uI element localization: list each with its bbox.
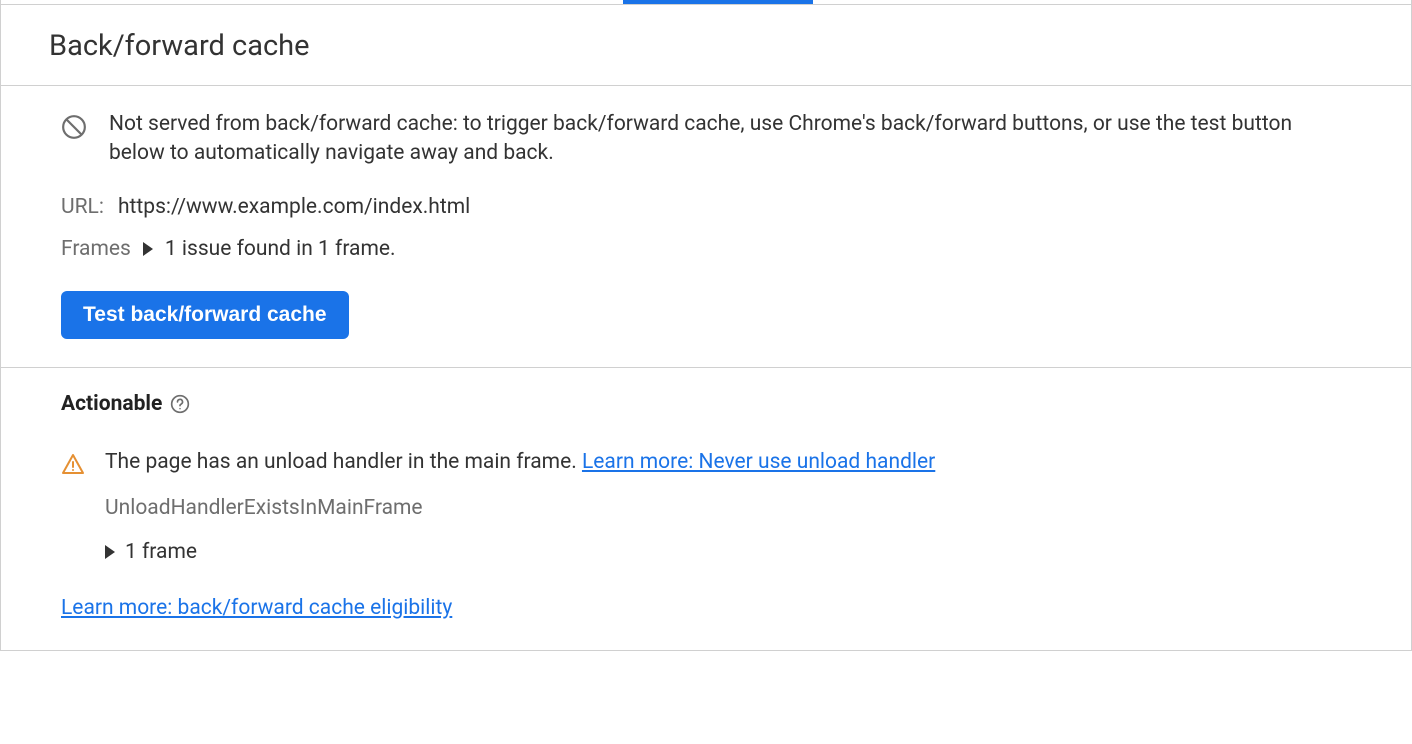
frame-count-row[interactable]: 1 frame bbox=[105, 540, 1351, 564]
status-message: Not served from back/forward cache: to t… bbox=[109, 110, 1351, 169]
panel-title: Back/forward cache bbox=[49, 29, 1363, 63]
actionable-heading: Actionable bbox=[61, 392, 162, 416]
frames-summary: 1 issue found in 1 frame. bbox=[165, 237, 396, 261]
issue-description: The page has an unload handler in the ma… bbox=[105, 450, 582, 474]
issue-text-container: The page has an unload handler in the ma… bbox=[105, 450, 935, 474]
bfcache-panel: Back/forward cache Not served from back/… bbox=[0, 0, 1412, 651]
warning-icon bbox=[61, 452, 85, 476]
url-row: URL: https://www.example.com/index.html bbox=[61, 195, 1351, 219]
chevron-right-icon bbox=[143, 242, 153, 256]
url-value: https://www.example.com/index.html bbox=[118, 195, 470, 219]
blocked-icon bbox=[61, 114, 87, 140]
status-row: Not served from back/forward cache: to t… bbox=[61, 110, 1351, 169]
eligibility-link[interactable]: Learn more: back/forward cache eligibili… bbox=[61, 596, 452, 620]
panel-header: Back/forward cache bbox=[1, 5, 1411, 86]
issue-code: UnloadHandlerExistsInMainFrame bbox=[105, 496, 1351, 520]
frames-row[interactable]: Frames 1 issue found in 1 frame. bbox=[61, 237, 1351, 261]
info-section: Not served from back/forward cache: to t… bbox=[1, 86, 1411, 368]
help-icon[interactable] bbox=[170, 394, 190, 414]
actionable-section: Actionable The page has an unload handle… bbox=[1, 368, 1411, 650]
url-label: URL: bbox=[61, 195, 104, 219]
frame-count: 1 frame bbox=[125, 540, 197, 564]
unload-handler-link[interactable]: Learn more: Never use unload handler bbox=[582, 450, 935, 474]
actionable-heading-row: Actionable bbox=[61, 392, 190, 416]
issue-row: The page has an unload handler in the ma… bbox=[61, 450, 1351, 476]
frames-label: Frames bbox=[61, 237, 131, 261]
chevron-right-icon bbox=[105, 545, 115, 559]
test-bfcache-button[interactable]: Test back/forward cache bbox=[61, 291, 349, 339]
